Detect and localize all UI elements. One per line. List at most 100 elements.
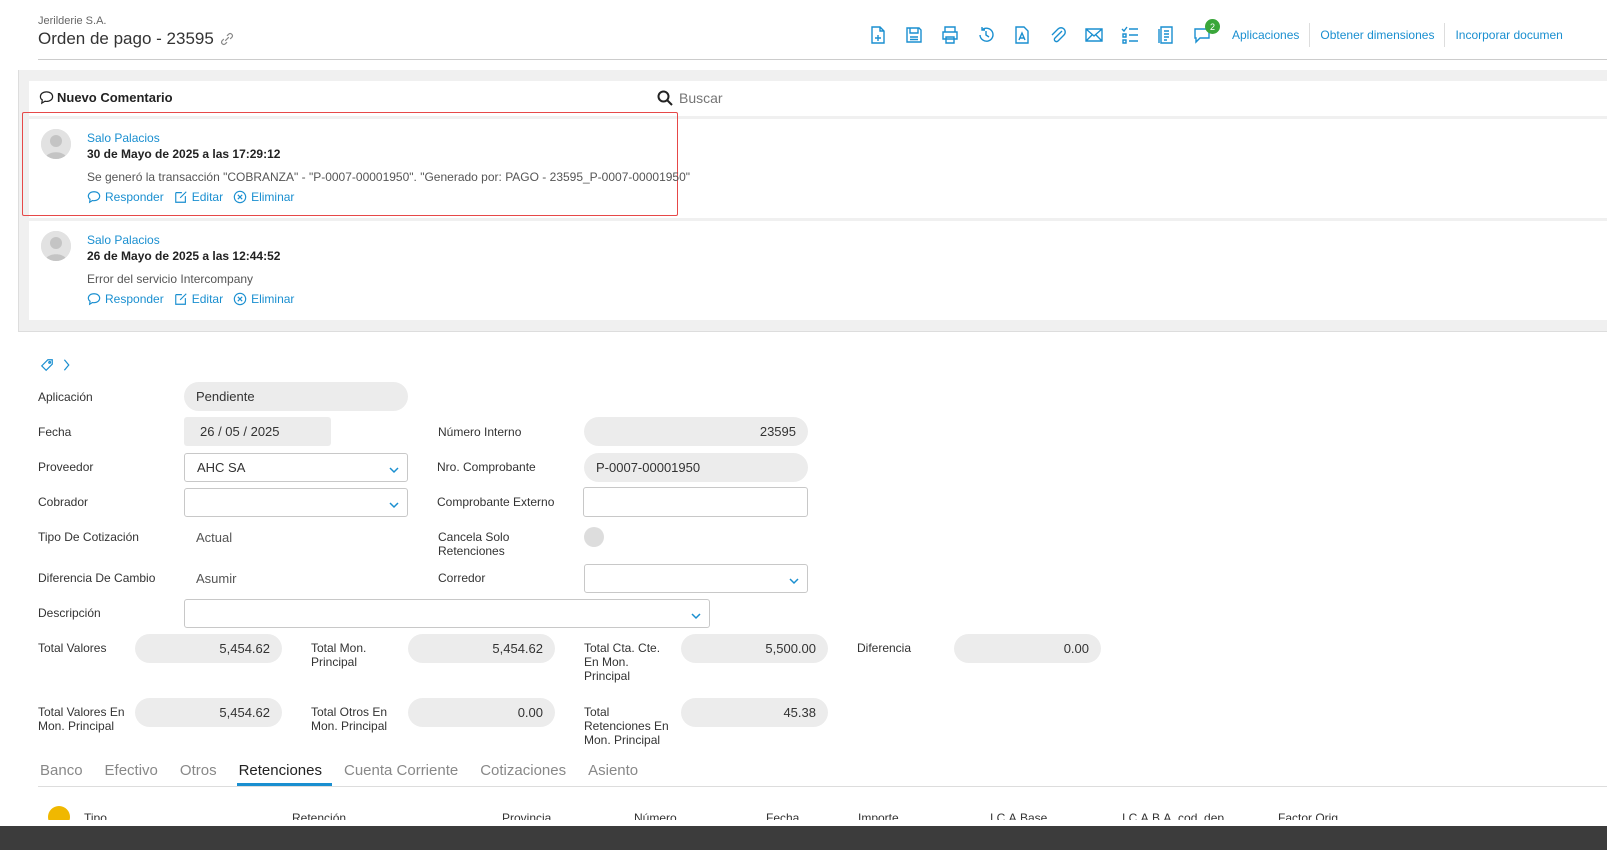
search-icon [657, 90, 673, 106]
tipo-cotizacion-value: Actual [196, 530, 233, 545]
numero-interno-field[interactable]: 23595 [584, 417, 808, 446]
comment-text: Error del servicio Intercompany [87, 272, 254, 286]
add-row-icon[interactable] [48, 806, 70, 820]
delete-circle-x-icon [233, 292, 247, 306]
link-icon[interactable] [218, 30, 236, 48]
comments-icon[interactable]: 2 [1190, 19, 1220, 47]
comprobante-externo-label: Comprobante Externo [437, 495, 555, 509]
grid-col-retencion: Retención [292, 811, 347, 820]
total-retenciones-label: Total Retenciones En Mon. Principal [584, 705, 669, 747]
checklist-icon[interactable] [1118, 23, 1142, 47]
comprobante-externo-input[interactable] [583, 487, 808, 517]
save-icon[interactable] [902, 23, 926, 47]
new-comment-label: Nuevo Comentario [57, 90, 173, 105]
report-icon[interactable] [1154, 23, 1178, 47]
comment-text: Se generó la transacción "COBRANZA" - "P… [87, 170, 691, 184]
comment-date: 26 de Mayo de 2025 a las 12:44:52 [87, 249, 281, 263]
edit-button[interactable]: Editar [174, 292, 223, 306]
grid-col-icaba-cod: I.C.A.B.A. cod. dep. [1122, 811, 1228, 820]
tab-cuenta-corriente[interactable]: Cuenta Corriente [342, 762, 468, 787]
grid-col-fecha: Fecha [766, 811, 800, 820]
grid-col-numero: Número [634, 811, 677, 820]
total-mon-label-line2: Principal [311, 655, 358, 669]
total-cta-cte-label-line1: Total Cta. Cte. [584, 641, 661, 655]
grid-col-tipo: Tipo [84, 811, 107, 820]
chevron-right-icon[interactable] [60, 358, 74, 372]
proveedor-select[interactable]: AHC SA [184, 453, 408, 482]
comment-author[interactable]: Salo Palacios [87, 131, 160, 145]
nro-comprobante-field[interactable]: P-0007-00001950 [584, 453, 808, 482]
total-otros-label-line2: Mon. Principal [311, 719, 388, 733]
avatar [41, 129, 71, 159]
comment-item: Salo Palacios 26 de Mayo de 2025 a las 1… [29, 221, 1607, 320]
tab-efectivo[interactable]: Efectivo [103, 762, 168, 787]
comment-bubble-icon [39, 91, 54, 105]
total-cta-cte-label-line2: En Mon. [584, 655, 629, 669]
new-comment-button[interactable]: Nuevo Comentario [39, 90, 173, 105]
tab-bar: Banco Efectivo Otros Retenciones Cuenta … [38, 762, 658, 787]
total-valores-mon-label-line2: Mon. Principal [38, 719, 115, 733]
toolbar: 2 Aplicaciones Obtener dimensiones Incor… [866, 19, 1573, 48]
text-document-icon[interactable] [1010, 23, 1034, 47]
tab-retenciones[interactable]: Retenciones [236, 762, 332, 787]
diferencia-cambio-value: Asumir [196, 571, 237, 586]
bottom-taskbar [0, 826, 1607, 850]
reply-button[interactable]: Responder [87, 292, 164, 306]
tag-row [40, 358, 74, 372]
descripcion-label: Descripción [38, 606, 101, 620]
proveedor-value: AHC SA [197, 460, 246, 475]
total-otros-label: Total Otros En Mon. Principal [311, 705, 387, 733]
total-mon-principal-field: 5,454.62 [408, 634, 555, 663]
aplicaciones-link[interactable]: Aplicaciones [1222, 23, 1309, 47]
total-mon-label-line1: Total Mon. [311, 641, 367, 655]
tab-banco[interactable]: Banco [38, 762, 93, 787]
chevron-down-icon [389, 498, 399, 509]
company-name: Jerilderie S.A. [38, 15, 107, 27]
history-icon[interactable] [974, 23, 998, 47]
grid-col-ica-base: I.C.A.Base [990, 811, 1048, 820]
tabs-divider [38, 786, 1607, 787]
total-mon-principal-label: Total Mon. Principal [311, 641, 366, 669]
edit-button[interactable]: Editar [174, 190, 223, 204]
cobrador-select[interactable] [184, 488, 408, 517]
nro-comprobante-label: Nro. Comprobante [437, 460, 536, 474]
tab-cotizaciones[interactable]: Cotizaciones [478, 762, 576, 787]
obtener-dimensiones-link[interactable]: Obtener dimensiones [1309, 23, 1444, 47]
fecha-field[interactable]: 26 / 05 / 2025 [184, 417, 331, 446]
print-icon[interactable] [938, 23, 962, 47]
corredor-select[interactable] [584, 564, 808, 593]
comment-author[interactable]: Salo Palacios [87, 233, 160, 247]
incorporar-documento-link[interactable]: Incorporar documen [1444, 23, 1572, 47]
search-input[interactable] [679, 90, 879, 106]
tab-asiento[interactable]: Asiento [586, 762, 648, 787]
total-valores-field: 5,454.62 [135, 634, 282, 663]
descripcion-select[interactable] [184, 599, 710, 628]
total-retenciones-label-line3: Mon. Principal [584, 733, 661, 747]
edit-icon [174, 293, 187, 305]
tag-icon[interactable] [40, 358, 54, 372]
delete-label: Eliminar [251, 190, 295, 204]
diferencia-label: Diferencia [857, 641, 912, 655]
total-retenciones-field: 45.38 [681, 698, 828, 727]
comment-search [657, 90, 879, 106]
total-retenciones-label-line1: Total [584, 705, 610, 719]
cancela-label-line1: Cancela Solo [438, 530, 510, 544]
edit-icon [174, 191, 187, 203]
delete-button[interactable]: Eliminar [233, 190, 294, 204]
new-document-icon[interactable] [866, 23, 890, 47]
tab-otros[interactable]: Otros [178, 762, 227, 787]
delete-button[interactable]: Eliminar [233, 292, 294, 306]
grid-col-factor-orig: Factor Orig. [1278, 811, 1342, 820]
cancela-solo-retenciones-toggle[interactable] [584, 527, 604, 547]
reply-bubble-icon [87, 191, 101, 204]
attachment-icon[interactable] [1046, 23, 1070, 47]
total-retenciones-label-line2: Retenciones En [584, 719, 669, 733]
reply-label: Responder [105, 292, 164, 306]
aplicacion-field[interactable]: Pendiente [184, 382, 408, 411]
total-valores-mon-field: 5,454.62 [135, 698, 282, 727]
reply-button[interactable]: Responder [87, 190, 164, 204]
corredor-label: Corredor [438, 571, 486, 585]
page-title: Orden de pago - 23595 [38, 29, 236, 49]
chevron-down-icon [691, 609, 701, 620]
email-icon[interactable] [1082, 23, 1106, 47]
